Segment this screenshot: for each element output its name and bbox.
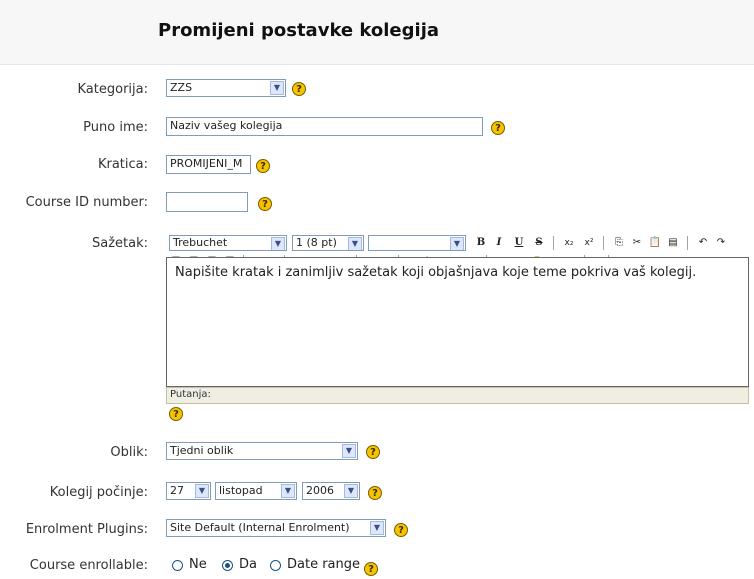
startdate-day-value: 27 [170,484,184,497]
copy-icon[interactable]: ⎘ [612,236,626,250]
help-icon[interactable]: ? [368,486,382,500]
style-select[interactable]: ▼ [368,235,466,251]
size-value: 1 (8 pt) [296,236,337,249]
idnumber-label: Course ID number: [25,195,148,210]
editor-path-label: Putanja: [170,389,211,400]
startdate-year-value: 2006 [306,484,334,497]
summary-label: Sažetak: [91,236,148,251]
chevron-down-icon: ▼ [195,484,209,498]
enrollable-option-ne: Ne [189,557,207,572]
enrollable-option-da: Da [239,557,257,572]
strikethrough-icon[interactable]: S [532,236,546,250]
fullname-value: Naziv vašeg kolegija [170,119,283,132]
summary-editor[interactable]: Napišite kratak i zanimljiv sažetak koji… [166,257,749,387]
startdate-month-value: listopad [219,484,263,497]
format-select[interactable]: Tjedni oblik ▼ [166,442,358,460]
editor-path-bar: Putanja: [166,387,749,404]
font-value: Trebuchet [173,236,228,249]
size-select[interactable]: 1 (8 pt) ▼ [292,235,364,251]
chevron-down-icon: ▼ [450,237,464,250]
underline-icon[interactable]: U [512,236,526,250]
enrollable-label: Course enrollable: [29,558,148,573]
fullname-input[interactable]: Naziv vašeg kolegija [166,117,483,136]
help-icon[interactable]: ? [256,159,270,173]
enrol-select[interactable]: Site Default (Internal Enrolment) ▼ [166,519,386,537]
help-icon[interactable]: ? [169,407,183,421]
help-icon[interactable]: ? [394,523,408,537]
toolbar-divider [687,236,688,250]
enrollable-radio-ne[interactable] [172,560,183,571]
help-icon[interactable]: ? [491,121,505,135]
shortname-input[interactable]: PROMIJENI_M [166,155,251,174]
startdate-year-select[interactable]: 2006 ▼ [302,482,360,500]
page-header: Promijeni postavke kolegija [0,0,754,65]
italic-icon[interactable]: I [492,236,506,250]
startdate-label: Kolegij počinje: [49,485,148,500]
format-label: Oblik: [110,445,148,460]
format-value: Tjedni oblik [170,444,234,457]
help-icon[interactable]: ? [366,445,380,459]
chevron-down-icon: ▼ [344,484,358,498]
startdate-day-select[interactable]: 27 ▼ [166,482,211,500]
shortname-value: PROMIJENI_M [170,157,243,170]
superscript-icon[interactable]: x² [582,236,596,250]
chevron-down-icon: ▼ [271,237,285,250]
enrollable-radio-date-range[interactable] [270,560,281,571]
category-value: ZZS [170,81,193,94]
enrol-value: Site Default (Internal Enrolment) [170,521,350,534]
bold-icon[interactable]: B [474,236,488,250]
startdate-month-select[interactable]: listopad ▼ [215,482,297,500]
chevron-down-icon: ▼ [348,237,362,250]
category-label: Kategorija: [77,82,148,97]
toolbar-divider [603,236,604,250]
shortname-label: Kratica: [97,157,148,172]
chevron-down-icon: ▼ [270,81,284,95]
summary-text: Napišite kratak i zanimljiv sažetak koji… [175,265,697,280]
enrol-label: Enrolment Plugins: [25,522,148,537]
fullname-label: Puno ime: [83,120,148,135]
chevron-down-icon: ▼ [370,521,384,535]
paste-word-icon[interactable]: ▤ [666,236,680,250]
category-select[interactable]: ZZS ▼ [166,79,286,97]
chevron-down-icon: ▼ [281,484,295,498]
help-icon[interactable]: ? [258,197,272,211]
page-title: Promijeni postavke kolegija [158,20,440,41]
chevron-down-icon: ▼ [342,444,356,458]
idnumber-input[interactable] [166,192,248,212]
enrollable-radio-da[interactable] [222,560,233,571]
toolbar-divider [553,236,554,250]
enrollable-option-date-range: Date range [287,557,361,572]
cut-icon[interactable]: ✂ [630,236,644,250]
help-icon[interactable]: ? [292,82,306,96]
paste-icon[interactable]: 📋 [648,236,662,250]
redo-icon[interactable]: ↷ [714,236,728,250]
subscript-icon[interactable]: x₂ [562,236,576,250]
undo-icon[interactable]: ↶ [696,236,710,250]
help-icon[interactable]: ? [364,562,378,576]
font-select[interactable]: Trebuchet ▼ [169,235,287,251]
